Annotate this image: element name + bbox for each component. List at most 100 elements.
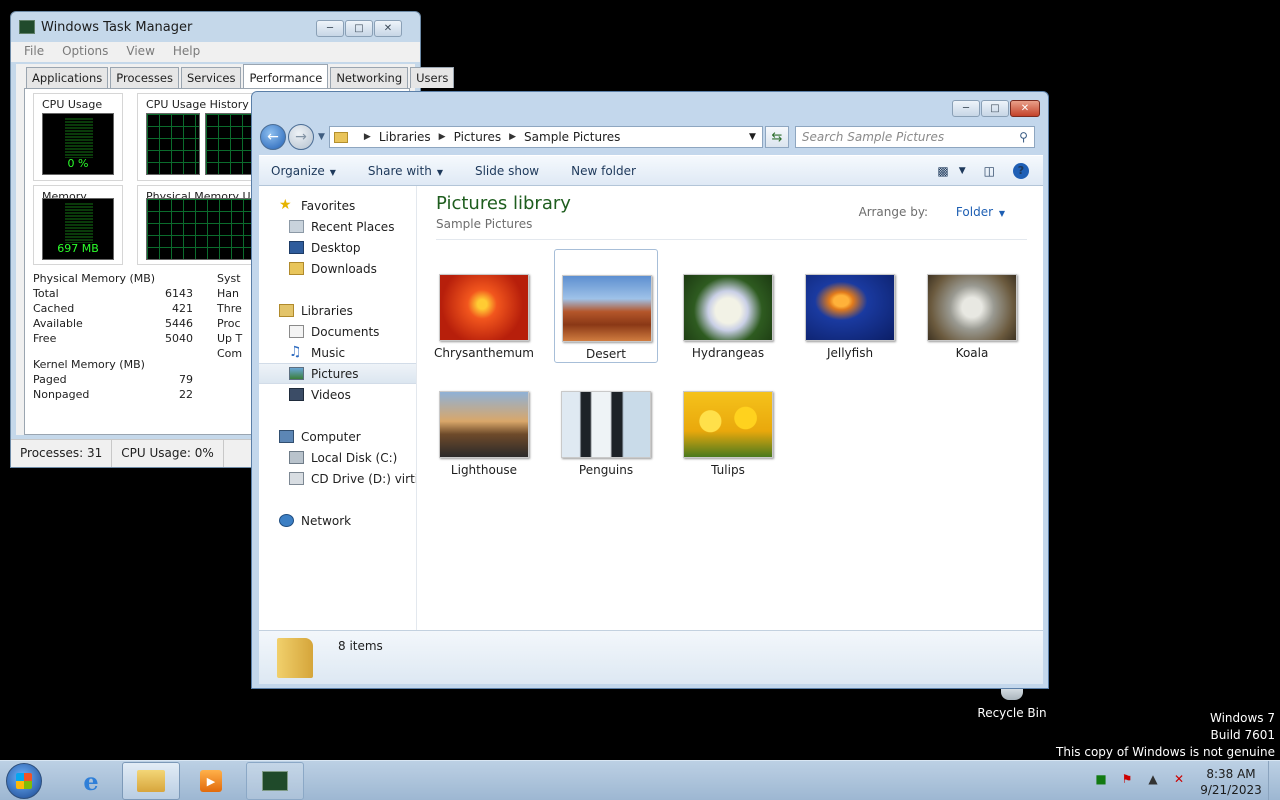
task-manager-tray-icon[interactable]: ■ [1093, 771, 1109, 787]
network-tray-icon[interactable]: ▲ [1145, 771, 1161, 787]
clock-time: 8:38 AM [1206, 767, 1256, 781]
picture-koala[interactable]: Koala [920, 249, 1024, 363]
refresh-button[interactable]: ⇆ [764, 126, 789, 148]
close-button[interactable]: ✕ [1010, 100, 1040, 117]
tab-applications[interactable]: Applications [26, 67, 109, 88]
task-manager-controls: ─ □ ✕ [315, 20, 402, 37]
tab-networking[interactable]: Networking [330, 67, 409, 88]
nav-favorites[interactable]: ★ Favorites [259, 195, 416, 216]
preview-pane-icon[interactable]: ◫ [984, 164, 995, 178]
address-dropdown-icon[interactable]: ▼ [749, 132, 756, 142]
nav-desktop[interactable]: Desktop [259, 237, 416, 258]
nav-videos[interactable]: Videos [259, 384, 416, 405]
cd-drive-icon [289, 472, 304, 485]
picture-chrysanthemum[interactable]: Chrysanthemum [432, 249, 536, 363]
computer-icon [279, 430, 294, 443]
task-manager-tabs: Applications Processes Services Performa… [16, 64, 455, 88]
stat-row: Cached 421 [33, 302, 193, 315]
menu-file[interactable]: File [15, 42, 53, 62]
breadcrumb-pictures[interactable]: Pictures [454, 130, 502, 144]
minimize-button[interactable]: ─ [952, 100, 980, 117]
picture-jellyfish[interactable]: Jellyfish [798, 249, 902, 363]
maximize-button[interactable]: □ [345, 20, 373, 37]
menu-options[interactable]: Options [53, 42, 117, 62]
show-desktop-button[interactable] [1268, 761, 1280, 800]
view-dropdown-icon[interactable]: ▼ [959, 166, 966, 176]
breadcrumb-chevron-icon[interactable]: ▶ [509, 132, 516, 142]
lighthouse-thumbnail [439, 391, 529, 458]
help-icon[interactable]: ? [1013, 162, 1029, 179]
cpu-usage-meter: 0 % [42, 113, 114, 175]
taskbar-internet-explorer[interactable]: e [62, 762, 120, 800]
picture-lighthouse[interactable]: Lighthouse [432, 366, 536, 480]
nav-documents[interactable]: Documents [259, 321, 416, 342]
desktop-icon [289, 241, 304, 254]
hydrangeas-thumbnail [683, 274, 773, 341]
tab-services[interactable]: Services [180, 67, 242, 88]
change-view-icon[interactable]: ▩ [937, 164, 948, 178]
menu-help[interactable]: Help [164, 42, 209, 62]
task-manager-taskbar-icon [262, 771, 288, 791]
library-title: Pictures library [436, 193, 571, 214]
forward-button[interactable]: → [288, 124, 314, 150]
slide-show-button[interactable]: Slide show [475, 164, 539, 178]
chevron-down-icon: ▼ [998, 209, 1005, 218]
nav-libraries[interactable]: Libraries [259, 300, 416, 321]
tab-users[interactable]: Users [410, 67, 455, 88]
stat-row: Free 5040 [33, 332, 193, 345]
address-row: ← → ▼ ▶ Libraries ▶ Pictures ▶ Sample Pi… [260, 124, 1042, 150]
task-manager-title: Windows Task Manager [41, 19, 193, 35]
chevron-down-icon: ▼ [329, 167, 336, 177]
maximize-button[interactable]: □ [981, 100, 1009, 117]
cpu-usage-status: CPU Usage: 0% [112, 440, 224, 467]
nav-music[interactable]: ♫ Music [259, 342, 416, 363]
organize-button[interactable]: Organize ▼ [271, 164, 336, 178]
windows-logo-icon [16, 773, 32, 789]
breadcrumb-chevron-icon[interactable]: ▶ [439, 132, 446, 142]
command-bar: Organize ▼ Share with ▼ Slide show New fol… [259, 155, 1043, 186]
picture-hydrangeas[interactable]: Hydrangeas [676, 249, 780, 363]
taskbar-windows-explorer[interactable] [122, 762, 180, 800]
nav-local-disk[interactable]: Local Disk (C:) [259, 447, 416, 468]
nav-downloads[interactable]: Downloads [259, 258, 416, 279]
tab-processes[interactable]: Processes [110, 67, 179, 88]
new-folder-button[interactable]: New folder [571, 164, 636, 178]
nav-computer[interactable]: Computer [259, 426, 416, 447]
memory-value: 697 MB [57, 242, 99, 255]
arrange-by-dropdown[interactable]: Folder ▼ [944, 205, 1005, 219]
breadcrumb-chevron-icon[interactable]: ▶ [364, 132, 371, 142]
action-center-icon[interactable]: ⚑ [1119, 771, 1135, 787]
recent-pages-dropdown[interactable]: ▼ [318, 132, 325, 142]
nav-recent-places[interactable]: Recent Places [259, 216, 416, 237]
picture-desert[interactable]: Desert [554, 249, 658, 363]
tab-performance[interactable]: Performance [243, 64, 329, 88]
picture-penguins[interactable]: Penguins [554, 366, 658, 480]
close-button[interactable]: ✕ [374, 20, 402, 37]
breadcrumb-libraries[interactable]: Libraries [379, 130, 431, 144]
nav-cd-drive[interactable]: CD Drive (D:) virtio-w [259, 468, 416, 489]
stat-row: Paged 79 [33, 373, 193, 386]
start-button[interactable] [6, 763, 42, 799]
share-with-button[interactable]: Share with ▼ [368, 164, 443, 178]
picture-tulips[interactable]: Tulips [676, 366, 780, 480]
search-icon[interactable]: ⚲ [1019, 130, 1028, 144]
address-bar[interactable]: ▶ Libraries ▶ Pictures ▶ Sample Pictures… [328, 126, 763, 148]
clock[interactable]: 8:38 AM 9/21/2023 [1198, 766, 1264, 798]
breadcrumb-sample-pictures[interactable]: Sample Pictures [524, 130, 620, 144]
nav-network[interactable]: Network [259, 510, 416, 531]
internet-explorer-icon: e [83, 766, 99, 796]
library-subtitle: Sample Pictures [436, 217, 533, 231]
taskbar-media-player[interactable]: ▶ [182, 762, 240, 800]
volume-muted-icon[interactable]: ✕ [1171, 771, 1187, 787]
nav-pictures[interactable]: Pictures [259, 363, 416, 384]
recycle-bin[interactable]: Recycle Bin [976, 684, 1048, 720]
minimize-button[interactable]: ─ [316, 20, 344, 37]
back-button[interactable]: ← [260, 124, 286, 150]
taskbar-task-manager[interactable] [246, 762, 304, 800]
search-input[interactable]: Search Sample Pictures ⚲ [794, 126, 1035, 148]
menu-view[interactable]: View [117, 42, 163, 62]
recent-places-icon [289, 220, 304, 233]
folder-icon [277, 638, 313, 678]
chevron-down-icon: ▼ [436, 167, 443, 177]
stat-row: Total 6143 [33, 287, 193, 300]
